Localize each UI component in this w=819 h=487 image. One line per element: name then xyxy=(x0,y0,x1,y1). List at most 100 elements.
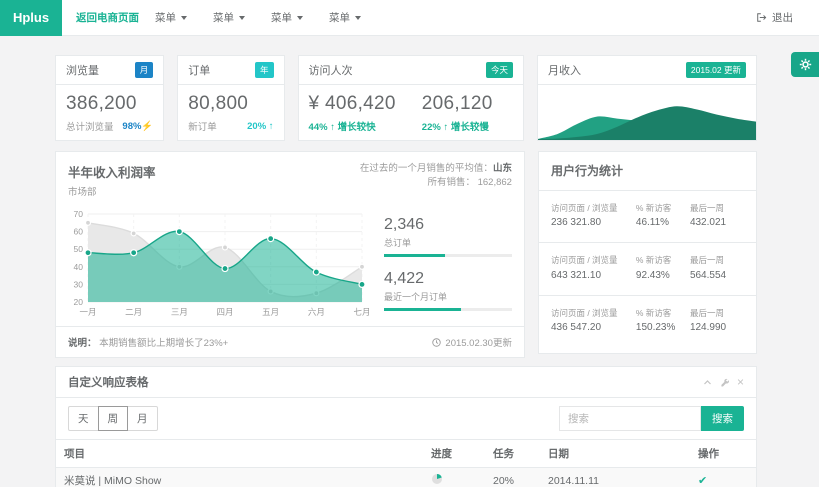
search-button[interactable]: 搜索 xyxy=(701,406,744,431)
table-card-title: 自定义响应表格 xyxy=(68,374,149,390)
svg-text:70: 70 xyxy=(74,209,84,219)
responsive-table-card: 自定义响应表格 × 天 周 月 搜索 xyxy=(55,366,757,487)
update-badge: 2015.02 更新 xyxy=(686,62,746,78)
visits-count: 206,120 xyxy=(422,93,493,115)
menu-label: 菜单 xyxy=(329,10,350,25)
visits-right-label: 增长较慢 xyxy=(451,122,489,133)
stat-card-orders: 订单 年 80,800 新订单 20% ↑ xyxy=(177,55,284,141)
last-week-label: 最后一周 xyxy=(690,254,744,266)
menu-label: 菜单 xyxy=(271,10,292,25)
up-arrow-icon: ↑ xyxy=(443,122,448,133)
behavior-row: 访问页面 / 浏览量236 321.80 % 新访客46.11% 最后一周432… xyxy=(539,191,756,243)
svg-text:七月: 七月 xyxy=(353,307,370,317)
stat-card-income: 月收入 2015.02 更新 xyxy=(537,55,757,141)
behavior-row: 访问页面 / 浏览量436 547.20 % 新访客150.23% 最后一周12… xyxy=(539,296,756,353)
progress-cell xyxy=(423,468,485,487)
top-navbar: Hplus 返回电商页面 菜单 菜单 菜单 菜单 退出 xyxy=(0,0,819,36)
home-link[interactable]: 返回电商页面 xyxy=(76,10,139,25)
views-label: 总计浏览量 xyxy=(66,119,114,133)
visits-left-col: ¥ 406,420 44% ↑ 增长较快 xyxy=(309,93,396,134)
task-cell: 20% xyxy=(485,468,540,487)
new-visitors-label: % 新访客 xyxy=(636,254,690,266)
updated-text: 2015.02.30更新 xyxy=(445,335,512,349)
last-week-value: 432.021 xyxy=(690,217,744,228)
tab-week[interactable]: 周 xyxy=(98,406,129,431)
behavior-title: 用户行为统计 xyxy=(551,164,623,178)
new-visitors-value: 46.11% xyxy=(636,217,690,228)
new-visitors-value: 92.43% xyxy=(636,270,690,281)
stat-card-visits: 访问人次 今天 ¥ 406,420 44% ↑ 增长较快 206,120 22%… xyxy=(298,55,524,141)
pie-progress-icon xyxy=(431,473,443,485)
new-visitors-label: % 新访客 xyxy=(636,202,690,214)
half-year-revenue-chart: 203040506070一月二月三月四月五月六月七月 xyxy=(62,206,370,322)
caret-down-icon xyxy=(297,16,303,20)
revenue-summary: 2,346 总订单 4,422 最近一个月订单 xyxy=(370,206,512,324)
pageviews-label: 访问页面 / 浏览量 xyxy=(551,254,636,266)
caret-down-icon xyxy=(239,16,245,20)
visits-left-stat: 44% xyxy=(309,122,328,133)
revenue-subtitle: 市场部 xyxy=(68,184,156,198)
revenue-note: 在过去的一个月销售的平均值：山东 所有销售： 162,862 xyxy=(360,162,512,198)
month-orders-bar-fill xyxy=(384,308,461,311)
revenue-title: 半年收入利润率 xyxy=(68,162,156,181)
monthly-income-chart xyxy=(538,85,756,140)
visits-left-label: 增长较快 xyxy=(338,122,376,133)
close-icon[interactable]: × xyxy=(737,376,744,388)
behavior-row: 访问页面 / 浏览量643 321.10 % 新访客92.43% 最后一周564… xyxy=(539,243,756,295)
revenue-chart-card: 半年收入利润率 市场部 在过去的一个月销售的平均值：山东 所有销售： 162,8… xyxy=(55,151,525,358)
menu-dropdown-1[interactable]: 菜单 xyxy=(155,10,187,25)
total-orders-value: 2,346 xyxy=(384,216,512,234)
revenue-footer-note: 说明： 本期销售额比上期增长了23%+ xyxy=(68,335,228,349)
theme-settings-button[interactable] xyxy=(791,52,819,77)
last-week-label: 最后一周 xyxy=(690,202,744,214)
pageviews-value: 643 321.10 xyxy=(551,270,636,281)
orders-value: 80,800 xyxy=(188,93,273,115)
note-region: 山东 xyxy=(493,163,512,174)
col-header-action: 操作 xyxy=(690,440,756,468)
wrench-icon[interactable] xyxy=(720,378,729,387)
svg-text:三月: 三月 xyxy=(171,307,188,317)
menu-dropdown-4[interactable]: 菜单 xyxy=(329,10,361,25)
visits-right-col: 206,120 22% ↑ 增长较慢 xyxy=(422,93,493,134)
pageviews-value: 436 547.20 xyxy=(551,322,636,333)
caret-down-icon xyxy=(181,16,187,20)
table-row: 米莫说 | MiMO Show 20% 2014.11.11 ✔ xyxy=(56,468,756,487)
action-cell: ✔ xyxy=(690,468,756,487)
orders-label: 新订单 xyxy=(188,119,217,133)
last-week-label: 最后一周 xyxy=(690,307,744,319)
up-arrow-icon: ↑ xyxy=(330,122,335,133)
period-badge: 年 xyxy=(255,62,274,78)
tab-month[interactable]: 月 xyxy=(127,406,158,431)
search-input[interactable] xyxy=(559,406,701,431)
col-header-date: 日期 xyxy=(540,440,690,468)
brand-logo[interactable]: Hplus xyxy=(0,0,62,36)
menu-dropdown-2[interactable]: 菜单 xyxy=(213,10,245,25)
total-orders-bar-fill xyxy=(384,254,445,257)
date-cell: 2014.11.11 xyxy=(540,468,690,487)
note-text: 在过去的一个月销售的平均值： xyxy=(360,163,493,174)
orders-stat: 20% xyxy=(247,121,266,132)
collapse-icon[interactable] xyxy=(703,378,712,387)
project-cell: 米莫说 | MiMO Show xyxy=(56,468,423,487)
clock-icon xyxy=(432,338,441,347)
month-orders-value: 4,422 xyxy=(384,270,512,288)
tab-day[interactable]: 天 xyxy=(68,406,99,431)
new-visitors-value: 150.23% xyxy=(636,322,690,333)
sales-value: 162,862 xyxy=(478,177,512,188)
revenue-updated: 2015.02.30更新 xyxy=(432,335,512,349)
pageviews-label: 访问页面 / 浏览量 xyxy=(551,307,636,319)
stat-card-title: 订单 xyxy=(188,62,210,78)
bolt-icon: ⚡ xyxy=(141,121,153,132)
logout-label: 退出 xyxy=(772,10,793,25)
total-orders-label: 总订单 xyxy=(384,236,512,249)
menu-dropdown-3[interactable]: 菜单 xyxy=(271,10,303,25)
logout-button[interactable]: 退出 xyxy=(756,10,793,25)
check-icon[interactable]: ✔ xyxy=(698,475,707,487)
svg-text:60: 60 xyxy=(74,227,84,237)
menu-label: 菜单 xyxy=(213,10,234,25)
stat-card-views: 浏览量 月 386,200 总计浏览量 98%⚡ xyxy=(55,55,164,141)
svg-text:二月: 二月 xyxy=(125,307,142,317)
views-value: 386,200 xyxy=(66,93,153,115)
col-header-progress: 进度 xyxy=(423,440,485,468)
svg-text:一月: 一月 xyxy=(79,307,96,317)
